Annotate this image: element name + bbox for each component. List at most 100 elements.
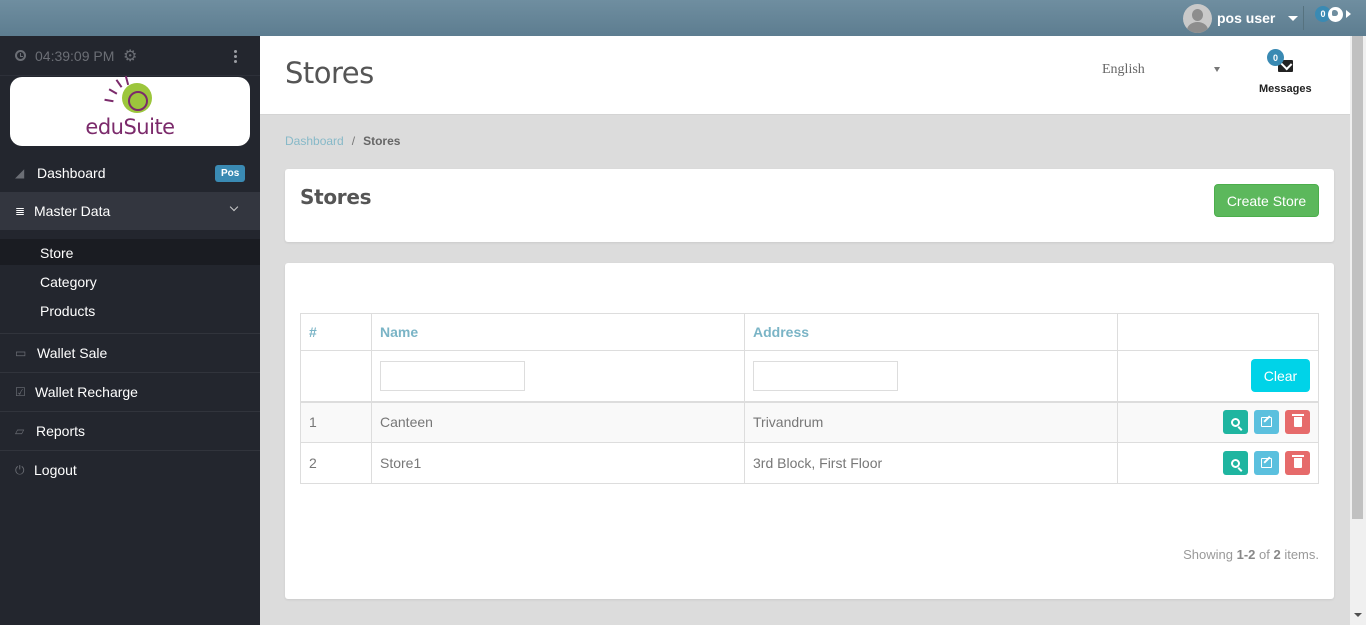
name-filter-input[interactable] <box>380 360 525 391</box>
cell-address: Trivandrum <box>744 401 1118 443</box>
kebab-menu-icon[interactable] <box>234 50 238 64</box>
clear-button[interactable]: Clear <box>1251 359 1310 393</box>
column-header-name[interactable]: Name <box>371 313 745 351</box>
address-filter-input[interactable] <box>753 360 898 391</box>
logo-text: eduSuite <box>85 115 175 139</box>
logo-ray <box>115 79 123 88</box>
zoom-in-icon <box>1231 458 1240 468</box>
table-row: 2 Store1 3rd Block, First Floor <box>300 442 1319 484</box>
dropdown-arrow-icon <box>1214 67 1220 72</box>
stores-table: # Name Address Clear 1 Canteen Trivandru… <box>300 313 1319 484</box>
breadcrumb-current: Stores <box>363 134 401 148</box>
sidebar: 04:39:09 PM ⚙ eduSuite ◢ Dashboard Pos ≣… <box>0 36 260 625</box>
scroll-down-arrow-icon[interactable] <box>1354 613 1362 617</box>
column-header-number[interactable]: # <box>300 313 372 351</box>
power-icon: ⏻ <box>15 463 25 477</box>
scrollbar-thumb[interactable] <box>1352 36 1363 519</box>
top-bar: pos user 0 <box>0 0 1366 36</box>
sidebar-item-label: Master Data <box>34 203 111 219</box>
cell-actions <box>1117 401 1319 443</box>
column-header-actions <box>1117 313 1319 351</box>
logo-ray <box>124 75 130 86</box>
gear-icon[interactable]: ⚙ <box>123 49 137 65</box>
edit-button[interactable] <box>1254 410 1279 435</box>
user-menu[interactable]: pos user <box>1183 3 1299 33</box>
sidebar-item-label: Reports <box>36 423 86 439</box>
column-header-address[interactable]: Address <box>744 313 1118 351</box>
summary-total: 2 <box>1273 547 1281 562</box>
sidebar-subitem-category[interactable]: Category <box>0 268 260 294</box>
sidebar-item-wallet-sale[interactable]: ▭ Wallet Sale <box>0 334 260 372</box>
logo-ray <box>104 98 114 103</box>
sidebar-item-dashboard[interactable]: ◢ Dashboard Pos <box>0 154 260 192</box>
sidebar-subitem-store[interactable]: Store <box>0 239 260 265</box>
sidebar-item-label: Logout <box>34 462 77 478</box>
breadcrumb-separator: / <box>351 134 356 148</box>
pos-badge: Pos <box>215 165 246 182</box>
database-icon: ≣ <box>15 204 26 218</box>
scrollbar[interactable] <box>1350 36 1366 625</box>
cell-number: 2 <box>300 442 372 484</box>
page-title: Stores <box>285 56 374 90</box>
delete-button[interactable] <box>1285 410 1310 435</box>
caret-right-icon <box>1346 10 1351 18</box>
sidebar-item-master-data[interactable]: ≣ Master Data <box>0 192 260 230</box>
logo-ray <box>108 88 118 95</box>
sidebar-subitem-products[interactable]: Products <box>0 297 260 323</box>
area-chart-icon: ◢ <box>15 166 25 180</box>
edit-icon <box>1261 458 1272 468</box>
pagination-summary: Showing 1-2 of 2 items. <box>1183 547 1319 562</box>
divider <box>1303 6 1304 30</box>
edit-icon <box>1261 417 1272 428</box>
cell-name: Store1 <box>371 442 745 484</box>
sidebar-subitem-label: Products <box>40 303 96 319</box>
edit-button[interactable] <box>1254 451 1279 475</box>
cell-name: Canteen <box>371 401 745 443</box>
sidebar-item-logout[interactable]: ⏻ Logout <box>0 451 260 489</box>
filter-cell <box>371 350 745 403</box>
stores-table-panel: # Name Address Clear 1 Canteen Trivandru… <box>285 263 1334 599</box>
notification-toggle[interactable]: 0 <box>1315 6 1351 22</box>
view-button[interactable] <box>1223 410 1248 435</box>
view-button[interactable] <box>1223 451 1248 475</box>
cell-actions <box>1117 442 1319 484</box>
bulb-icon <box>122 83 152 113</box>
clock-time: 04:39:09 PM <box>35 48 115 64</box>
delete-button[interactable] <box>1285 451 1310 475</box>
sidebar-subitem-label: Store <box>40 245 74 261</box>
sidebar-item-reports[interactable]: ▱ Reports <box>0 412 260 450</box>
stores-header-panel: Stores Create Store <box>285 169 1334 242</box>
caret-down-icon <box>1288 15 1299 21</box>
sidebar-item-wallet-recharge[interactable]: ☑ Wallet Recharge <box>0 373 260 411</box>
check-square-icon: ☑ <box>15 385 26 399</box>
summary-suffix: items. <box>1280 547 1319 562</box>
clock-row: 04:39:09 PM ⚙ <box>0 36 260 76</box>
panel-title: Stores <box>300 185 372 209</box>
language-value: English <box>1102 62 1145 77</box>
breadcrumb: Dashboard / Stores <box>285 134 400 148</box>
table-header-row: # Name Address <box>300 313 1319 351</box>
sidebar-item-label: Wallet Sale <box>37 345 108 361</box>
language-select[interactable]: English <box>1102 60 1222 80</box>
summary-prefix: Showing <box>1183 547 1237 562</box>
page-header: Stores English 0 Messages <box>260 36 1350 115</box>
folder-open-icon: ▱ <box>15 424 25 438</box>
messages-label: Messages <box>1259 83 1312 95</box>
avatar <box>1183 3 1212 33</box>
filter-cell <box>744 350 1118 403</box>
messages-badge: 0 <box>1267 49 1284 66</box>
user-name: pos user <box>1217 10 1276 26</box>
summary-range: 1-2 <box>1236 547 1256 562</box>
filter-cell <box>300 350 372 403</box>
zoom-in-icon <box>1231 417 1240 427</box>
clock-icon <box>15 50 26 61</box>
sidebar-item-label: Wallet Recharge <box>35 384 138 400</box>
cell-address: 3rd Block, First Floor <box>744 442 1118 484</box>
messages-button[interactable]: 0 Messages <box>1254 47 1324 97</box>
breadcrumb-dashboard[interactable]: Dashboard <box>285 134 344 148</box>
sidebar-subitem-label: Category <box>40 274 97 290</box>
create-store-button[interactable]: Create Store <box>1214 184 1319 217</box>
logo: eduSuite <box>10 75 250 146</box>
money-icon: ▭ <box>15 346 27 360</box>
cell-number: 1 <box>300 401 372 443</box>
